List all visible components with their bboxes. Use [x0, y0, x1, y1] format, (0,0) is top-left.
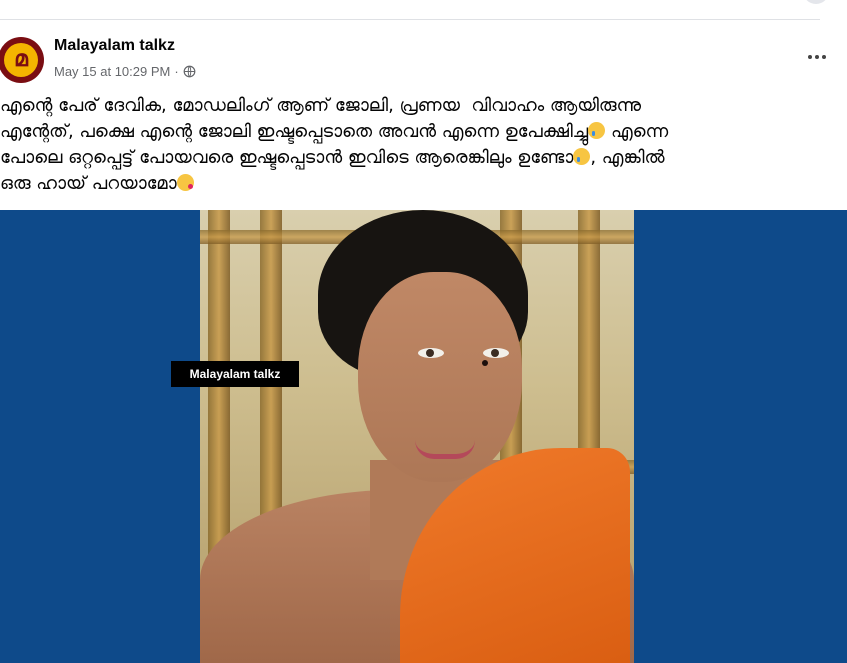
post-text-line-3: പോലെ ഒറ്റപ്പെട്ട് പോയവരെ ഇഷ്ടപ്പെടാൻ ഇവി… [0, 147, 574, 168]
more-dot [815, 55, 819, 59]
post-text-line-2: എന്റേത്, പക്ഷെ എന്റെ ജോലി ഇഷ്ടപ്പെടാതെ അ… [0, 121, 589, 142]
watermark-label: Malayalam talkz [171, 361, 299, 387]
post-text-line-1: എന്റെ പേര് ദേവിക, മോഡലിംഗ് ആണ് ജോലി, പ്ര… [0, 95, 642, 116]
crying-face-emoji [573, 148, 591, 165]
more-options-icon[interactable] [805, 49, 829, 65]
post-text-line-3b: , എങ്കിൽ [590, 147, 665, 168]
avatar-letter: മ [14, 47, 28, 72]
page-avatar[interactable]: മ [0, 37, 44, 83]
avatar-logo: മ [4, 43, 38, 77]
face-blowing-kiss-emoji [176, 174, 194, 191]
post-timestamp[interactable]: May 15 at 10:29 PM [54, 64, 170, 79]
post-text-line-2b: എന്നെ [610, 121, 669, 142]
page-name-link[interactable]: Malayalam talkz [54, 37, 175, 55]
post-media[interactable]: Malayalam talkz [0, 210, 847, 663]
globe-icon[interactable] [183, 65, 196, 78]
meta-separator: · [174, 64, 179, 79]
post-photo[interactable] [200, 210, 634, 663]
post-text-line-4: ഒരു ഹായ് പറയാമോ [0, 173, 177, 194]
crying-face-emoji [588, 122, 606, 139]
post-message: എന്റെ പേര് ദേവിക, മോഡലിംഗ് ആണ് ജോലി, പ്ര… [0, 93, 830, 197]
top-divider [0, 19, 820, 20]
facebook-post: മ Malayalam talkz May 15 at 10:29 PM · എ… [0, 0, 847, 663]
figure-smile [415, 440, 475, 459]
figure-bindi [482, 360, 488, 366]
figure-eye [483, 348, 509, 358]
post-header: മ Malayalam talkz May 15 at 10:29 PM · [0, 31, 847, 91]
post-meta: May 15 at 10:29 PM · [54, 64, 196, 79]
top-avatar-edge[interactable] [803, 0, 829, 4]
figure-eye [418, 348, 444, 358]
more-dot [808, 55, 812, 59]
more-dot [822, 55, 826, 59]
